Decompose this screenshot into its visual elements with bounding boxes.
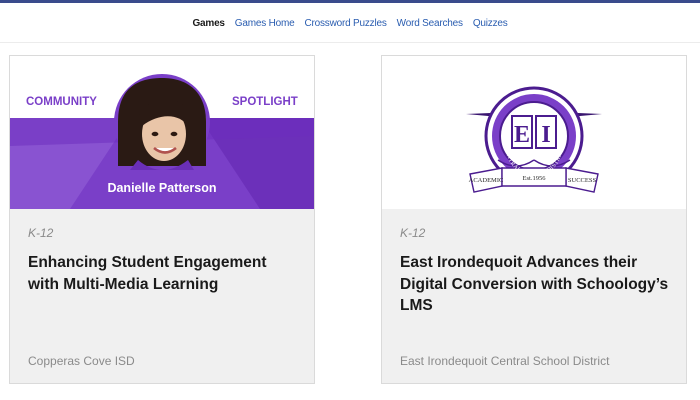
games-nav: Games Games Home Crossword Puzzles Word …	[0, 8, 700, 38]
district-logo-banner: EAST IRONDEQUOIT E I ACADEMIC Est.1956 S…	[382, 56, 686, 209]
card-source: Copperas Cove ISD	[28, 354, 135, 368]
nav-crossword-puzzles[interactable]: Crossword Puzzles	[304, 18, 386, 29]
nav-divider	[0, 42, 700, 43]
spotlight-right-label: SPOTLIGHT	[232, 96, 298, 108]
card-title[interactable]: Enhancing Student Engagement with Multi-…	[28, 252, 298, 295]
spotlight-person-name: Danielle Patterson	[107, 181, 216, 195]
spotlight-graphic: COMMUNITY SPOTLIGHT Danielle Patterson	[10, 56, 314, 209]
logo-ribbon-right: SUCCESS	[568, 177, 597, 184]
card-source: East Irondequoit Central School District	[400, 354, 610, 368]
card-tag: K-12	[28, 226, 54, 240]
card-tag: K-12	[400, 226, 426, 240]
card-title[interactable]: East Irondequoit Advances their Digital …	[400, 252, 670, 317]
nav-games-home[interactable]: Games Home	[235, 18, 295, 29]
logo-letter-i: I	[541, 122, 550, 148]
nav-word-searches[interactable]: Word Searches	[397, 18, 463, 29]
logo-ribbon-left: ACADEMIC	[469, 177, 504, 184]
nav-quizzes[interactable]: Quizzes	[473, 18, 508, 29]
top-accent-bar	[0, 0, 700, 3]
logo-letter-e: E	[514, 122, 530, 148]
east-irondequoit-logo: EAST IRONDEQUOIT E I ACADEMIC Est.1956 S…	[466, 64, 602, 193]
nav-games[interactable]: Games	[192, 18, 225, 29]
community-spotlight-banner: COMMUNITY SPOTLIGHT Danielle Patterson	[10, 56, 314, 209]
case-study-card[interactable]: COMMUNITY SPOTLIGHT Danielle Patterson K…	[9, 55, 315, 384]
spotlight-left-label: COMMUNITY	[26, 96, 97, 108]
case-study-card[interactable]: EAST IRONDEQUOIT E I ACADEMIC Est.1956 S…	[381, 55, 687, 384]
